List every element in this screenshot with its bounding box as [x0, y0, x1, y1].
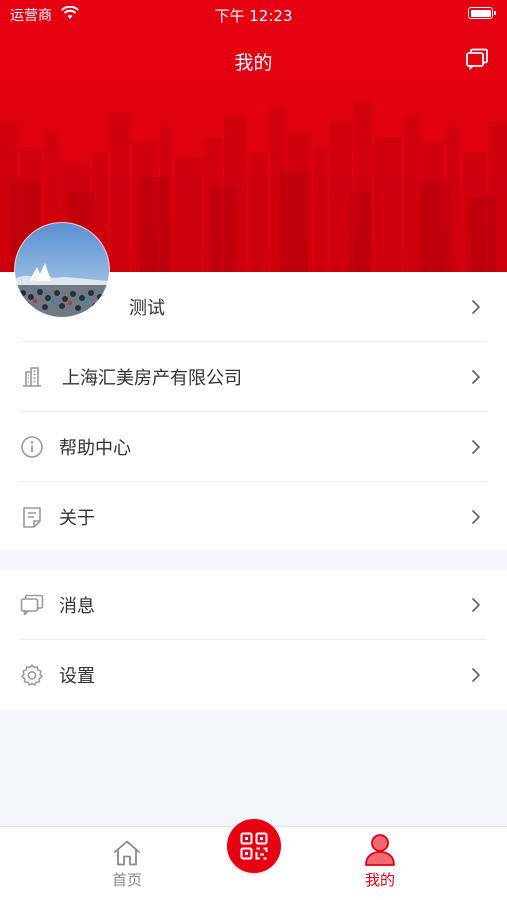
message-icon: [20, 594, 44, 616]
menu-item-label: 消息: [59, 596, 95, 617]
tab-mine-label: 我的: [364, 871, 395, 889]
chevron-right-icon: [472, 510, 480, 524]
chevron-right-icon: [472, 300, 480, 314]
chevron-right-icon: [472, 668, 480, 682]
status-bar: 运营商 下午 12:23: [0, 0, 507, 28]
avatar-photo: [15, 223, 109, 317]
menu-item-about[interactable]: 关于: [0, 482, 507, 552]
gear-icon: [21, 664, 43, 686]
building-icon: [23, 367, 41, 387]
scan-qr-button[interactable]: [227, 819, 281, 873]
status-time: 下午 12:23: [214, 7, 293, 25]
page-title: 我的: [234, 52, 273, 74]
menu-item-settings[interactable]: 设置: [0, 640, 507, 710]
info-icon: [21, 436, 43, 458]
settings-menu-card: 消息 设置: [0, 570, 507, 710]
menu-item-help[interactable]: 帮助中心: [0, 412, 507, 482]
tab-home[interactable]: 首页: [87, 827, 167, 900]
menu-item-label: 上海汇美房产有限公司: [62, 368, 242, 389]
chevron-right-icon: [472, 440, 480, 454]
avatar[interactable]: [15, 223, 109, 317]
document-icon: [23, 507, 41, 528]
user-icon: [365, 834, 395, 866]
menu-item-label: 帮助中心: [59, 438, 131, 459]
profile-name: 测试: [129, 298, 165, 319]
menu-item-label: 关于: [59, 508, 95, 529]
qr-code-icon: [240, 832, 268, 860]
home-icon: [114, 840, 140, 866]
chevron-right-icon: [472, 598, 480, 612]
battery-icon: [468, 7, 496, 19]
menu-item-company[interactable]: 上海汇美房产有限公司: [0, 342, 507, 412]
tab-home-label: 首页: [111, 871, 142, 889]
tab-mine[interactable]: 我的: [340, 827, 420, 900]
menu-item-messages[interactable]: 消息: [0, 570, 507, 640]
message-icon[interactable]: [465, 48, 489, 70]
menu-item-label: 设置: [59, 666, 95, 687]
chevron-right-icon: [472, 370, 480, 384]
